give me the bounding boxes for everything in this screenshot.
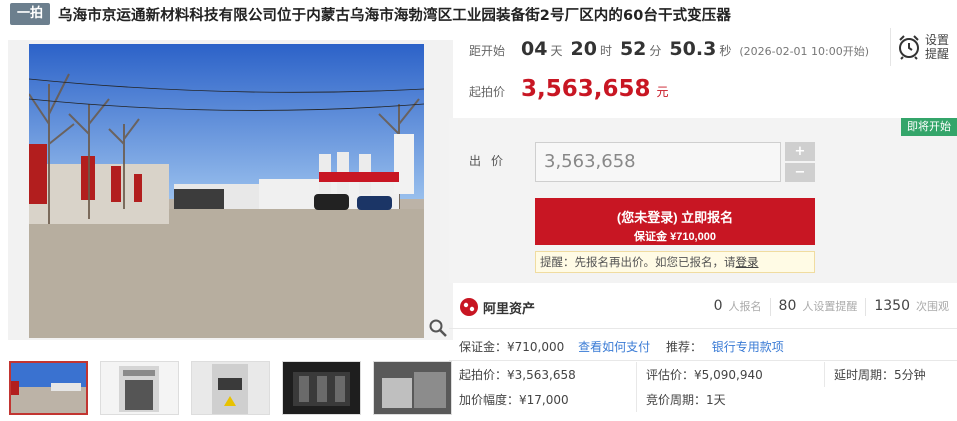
register-button-label: (您未登录) 立即报名 bbox=[616, 209, 734, 225]
appraisal-info: 评估价：¥5,090,940 bbox=[646, 366, 763, 383]
how-to-pay-link[interactable]: 查看如何支付 bbox=[578, 340, 650, 354]
set-reminder-label: 设置提醒 bbox=[925, 33, 950, 61]
countdown-days-unit: 天 bbox=[550, 44, 563, 58]
stats-group: 0 人报名 80 人设置提醒 1350 次围观 bbox=[706, 298, 957, 316]
register-bid-button[interactable]: (您未登录) 立即报名 保证金 ¥710,000 bbox=[535, 198, 815, 245]
decrease-bid-button[interactable]: − bbox=[785, 163, 815, 182]
delay-info: 延时周期：5分钟 bbox=[834, 366, 926, 383]
start-price-label: 起拍价： bbox=[459, 368, 508, 382]
stat-reminders-count: 80 bbox=[778, 298, 797, 314]
main-photo[interactable] bbox=[29, 44, 424, 338]
start-time-note: (2026-02-01 10:00开始) bbox=[739, 45, 870, 58]
countdown-seconds: 50.3 bbox=[669, 38, 717, 60]
magnifier-icon[interactable] bbox=[428, 318, 448, 338]
stat-registered-label: 人报名 bbox=[728, 300, 762, 313]
increment-value: ¥17,000 bbox=[519, 393, 569, 407]
starting-price: 起拍价 3,563,658 元 bbox=[469, 76, 669, 102]
countdown-hours: 20 bbox=[570, 38, 597, 60]
bid-stepper: + − bbox=[785, 142, 815, 182]
info-divider-top bbox=[449, 328, 957, 329]
deposit-info: 保证金：¥710,000 查看如何支付 推荐： 银行专用款项 bbox=[459, 338, 784, 355]
deposit-label: 保证金： bbox=[459, 340, 508, 354]
start-price-value: ¥3,563,658 bbox=[507, 368, 576, 382]
stat-views: 1350 次围观 bbox=[865, 298, 957, 316]
info-divider-v1 bbox=[636, 362, 637, 412]
ali-asset-logo-icon bbox=[460, 298, 478, 316]
deposit-amount-label: 保证金 ¥710,000 bbox=[634, 230, 716, 243]
starting-price-unit: 元 bbox=[656, 85, 669, 99]
countdown: 距开始 04 天 20 时 52 分 50.3 秒 (2026-02-01 10… bbox=[469, 38, 869, 66]
appraisal-value: ¥5,090,940 bbox=[694, 368, 763, 382]
stat-registered-count: 0 bbox=[713, 298, 723, 314]
alarm-clock-icon bbox=[899, 35, 919, 60]
cycle-value: 1天 bbox=[706, 393, 726, 407]
countdown-minutes: 52 bbox=[619, 38, 647, 60]
info-divider-v2 bbox=[824, 362, 825, 387]
page-title: 乌海市京运通新材料科技有限公司位于内蒙古乌海市海勃湾区工业园装备街2号厂区内的6… bbox=[58, 7, 731, 24]
title-bar: 一拍 乌海市京运通新材料科技有限公司位于内蒙古乌海市海勃湾区工业园装备街2号厂区… bbox=[0, 0, 957, 28]
stat-views-label: 次围观 bbox=[916, 300, 949, 313]
platform-name: 阿里资产 bbox=[483, 301, 536, 317]
status-badge: 即将开始 bbox=[901, 118, 957, 136]
cycle-label: 竞价周期： bbox=[646, 393, 707, 407]
recommend-label: 推荐： bbox=[665, 340, 702, 354]
increment-info: 加价幅度：¥17,000 bbox=[459, 391, 569, 408]
stat-reminders: 80 人设置提醒 bbox=[769, 298, 866, 316]
platform-stats: 阿里资产 0 人报名 80 人设置提醒 1350 次围观 bbox=[449, 288, 957, 326]
deposit-value: ¥710,000 bbox=[507, 340, 565, 354]
thumbnail-1[interactable] bbox=[9, 361, 88, 415]
thumbnail-4[interactable] bbox=[282, 361, 361, 415]
starting-price-value: 3,563,658 bbox=[521, 76, 651, 102]
platform-logo: 阿里资产 bbox=[459, 297, 535, 317]
countdown-hours-unit: 时 bbox=[599, 44, 612, 58]
login-link[interactable]: 登录 bbox=[736, 255, 759, 269]
bid-amount-input[interactable]: 3,563,658 bbox=[535, 142, 781, 182]
countdown-minutes-unit: 分 bbox=[649, 44, 662, 58]
factory-yard-photo bbox=[29, 44, 424, 338]
thumbnail-5[interactable] bbox=[373, 361, 452, 415]
thumbnail-strip bbox=[9, 361, 452, 415]
countdown-label: 距开始 bbox=[469, 44, 506, 58]
increase-bid-button[interactable]: + bbox=[785, 142, 815, 161]
thumbnail-2[interactable] bbox=[100, 361, 179, 415]
bid-box: 即将开始 出价 3,563,658 + − (您未登录) 立即报名 保证金 ¥7… bbox=[449, 118, 957, 283]
countdown-seconds-unit: 秒 bbox=[719, 44, 732, 58]
starting-price-label: 起拍价 bbox=[469, 85, 506, 99]
increment-label: 加价幅度： bbox=[459, 393, 520, 407]
start-price-info: 起拍价：¥3,563,658 bbox=[459, 366, 576, 383]
login-hint-text: 提醒：先报名再出价。如您已报名，请 bbox=[540, 255, 736, 269]
bank-account-link[interactable]: 银行专用款项 bbox=[712, 340, 784, 354]
appraisal-label: 评估价： bbox=[646, 368, 695, 382]
delay-value: 5分钟 bbox=[894, 368, 926, 382]
set-reminder-button[interactable]: 设置提醒 bbox=[890, 28, 957, 66]
stat-registered: 0 人报名 bbox=[706, 298, 770, 316]
login-hint: 提醒：先报名再出价。如您已报名，请登录 bbox=[535, 251, 815, 273]
cycle-info: 竞价周期：1天 bbox=[646, 391, 726, 408]
auction-type-badge: 一拍 bbox=[10, 3, 51, 25]
thumbnail-3[interactable] bbox=[191, 361, 270, 415]
bid-label: 出价 bbox=[469, 154, 514, 168]
stat-reminders-label: 人设置提醒 bbox=[802, 300, 858, 313]
info-divider-mid bbox=[449, 360, 957, 361]
countdown-days: 04 bbox=[521, 38, 548, 60]
delay-label: 延时周期： bbox=[834, 368, 895, 382]
stat-views-count: 1350 bbox=[874, 298, 910, 314]
